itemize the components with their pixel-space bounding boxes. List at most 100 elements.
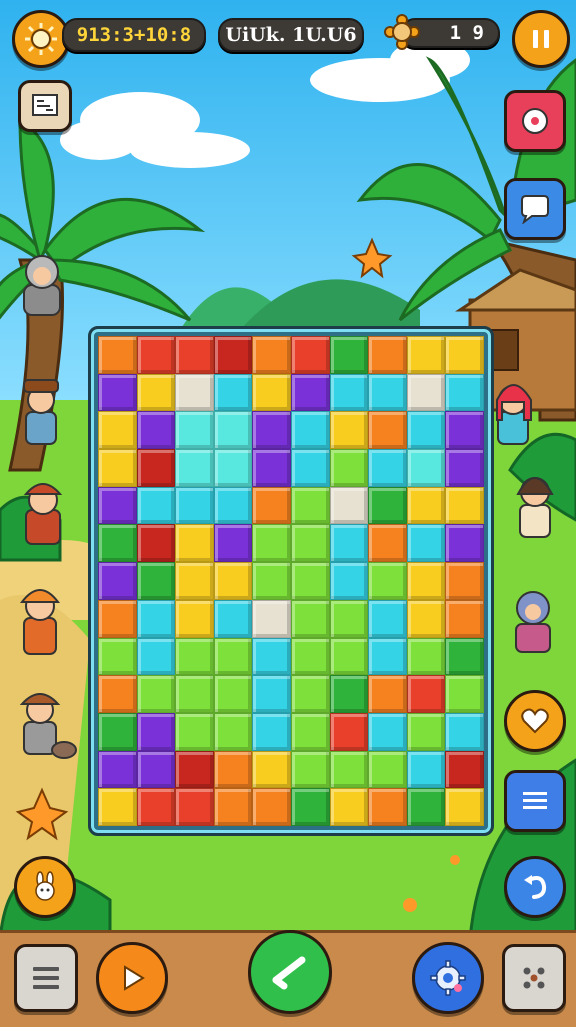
board-tile[interactable]: [368, 599, 407, 638]
board-tile[interactable]: [290, 562, 330, 600]
board-tile[interactable]: [290, 750, 330, 789]
board-tile[interactable]: [175, 788, 214, 826]
board-tile[interactable]: [368, 562, 407, 600]
board-tile[interactable]: [290, 637, 330, 676]
board-tile[interactable]: [445, 712, 484, 751]
board-tile[interactable]: [213, 449, 253, 487]
board-tile[interactable]: [368, 486, 407, 525]
board-tile[interactable]: [175, 562, 214, 600]
board-tile[interactable]: [252, 486, 291, 525]
board-tile[interactable]: [175, 675, 214, 713]
board-tile[interactable]: [98, 562, 137, 600]
pause-button[interactable]: [512, 10, 570, 68]
board-tile[interactable]: [406, 750, 446, 789]
board-tile[interactable]: [445, 750, 484, 789]
dice-button[interactable]: [502, 944, 566, 1012]
board-tile[interactable]: [290, 675, 330, 713]
board-tile[interactable]: [136, 750, 176, 789]
board-tile[interactable]: [445, 562, 484, 600]
board-tile[interactable]: [252, 675, 291, 713]
board-tile[interactable]: [368, 712, 407, 751]
board-tile[interactable]: [445, 524, 484, 563]
board-tile[interactable]: [98, 336, 137, 374]
board-tile[interactable]: [136, 712, 176, 751]
board-tile[interactable]: [175, 524, 214, 563]
board-tile[interactable]: [445, 373, 484, 412]
board-tile[interactable]: [445, 336, 484, 374]
board-tile[interactable]: [329, 373, 369, 412]
undo-button[interactable]: [504, 856, 566, 918]
board-tile[interactable]: [175, 336, 214, 374]
board-tile[interactable]: [329, 486, 369, 525]
board-tile[interactable]: [290, 712, 330, 751]
board-tile[interactable]: [136, 411, 176, 450]
heart-button[interactable]: [504, 690, 566, 752]
board-tile[interactable]: [329, 750, 369, 789]
board-tile[interactable]: [175, 411, 214, 450]
board-tile[interactable]: [368, 788, 407, 826]
board-tile[interactable]: [98, 411, 137, 450]
board-tile[interactable]: [175, 750, 214, 789]
board-tile[interactable]: [98, 449, 137, 487]
map-button[interactable]: [18, 80, 72, 132]
board-tile[interactable]: [329, 637, 369, 676]
board-tile[interactable]: [406, 675, 446, 713]
board-tile[interactable]: [175, 486, 214, 525]
board-tile[interactable]: [136, 637, 176, 676]
board-tile[interactable]: [98, 788, 137, 826]
board-tile[interactable]: [252, 373, 291, 412]
board-tile[interactable]: [329, 599, 369, 638]
board-tile[interactable]: [175, 712, 214, 751]
board-tile[interactable]: [368, 637, 407, 676]
board-tile[interactable]: [329, 788, 369, 826]
chat-button[interactable]: [504, 178, 566, 240]
board-tile[interactable]: [290, 524, 330, 563]
board-tile[interactable]: [368, 524, 407, 563]
board-tile[interactable]: [406, 336, 446, 374]
board-tile[interactable]: [136, 562, 176, 600]
board-tile[interactable]: [136, 336, 176, 374]
board-tile[interactable]: [98, 373, 137, 412]
board-tile[interactable]: [136, 788, 176, 826]
board-tile[interactable]: [175, 637, 214, 676]
board-tile[interactable]: [213, 524, 253, 563]
board-tile[interactable]: [98, 637, 137, 676]
board-tile[interactable]: [136, 599, 176, 638]
board-tile[interactable]: [368, 411, 407, 450]
board-tile[interactable]: [290, 411, 330, 450]
board-tile[interactable]: [329, 336, 369, 374]
board-tile[interactable]: [329, 562, 369, 600]
board-tile[interactable]: [252, 637, 291, 676]
board-tile[interactable]: [98, 712, 137, 751]
board-tile[interactable]: [368, 373, 407, 412]
target-button[interactable]: [504, 90, 566, 152]
board-tile[interactable]: [368, 336, 407, 374]
board-tile[interactable]: [406, 637, 446, 676]
board-tile[interactable]: [213, 486, 253, 525]
board-tile[interactable]: [290, 373, 330, 412]
board-tile[interactable]: [290, 336, 330, 374]
board-tile[interactable]: [290, 449, 330, 487]
board-tile[interactable]: [290, 486, 330, 525]
board-tile[interactable]: [213, 788, 253, 826]
board-tile[interactable]: [252, 411, 291, 450]
check-button[interactable]: [248, 930, 332, 1014]
board-tile[interactable]: [329, 524, 369, 563]
board-tile[interactable]: [368, 449, 407, 487]
bunny-button[interactable]: [14, 856, 76, 918]
board-tile[interactable]: [98, 675, 137, 713]
board-tile[interactable]: [290, 788, 330, 826]
board-tile[interactable]: [98, 750, 137, 789]
board-tile[interactable]: [406, 712, 446, 751]
board-tile[interactable]: [406, 562, 446, 600]
board-tile[interactable]: [290, 599, 330, 638]
board-tile[interactable]: [445, 411, 484, 450]
board-tile[interactable]: [252, 524, 291, 563]
board-tile[interactable]: [213, 750, 253, 789]
board-tile[interactable]: [213, 336, 253, 374]
board-tile[interactable]: [368, 675, 407, 713]
board-tile[interactable]: [445, 788, 484, 826]
board-tile[interactable]: [175, 599, 214, 638]
board-tile[interactable]: [136, 486, 176, 525]
board-tile[interactable]: [406, 486, 446, 525]
